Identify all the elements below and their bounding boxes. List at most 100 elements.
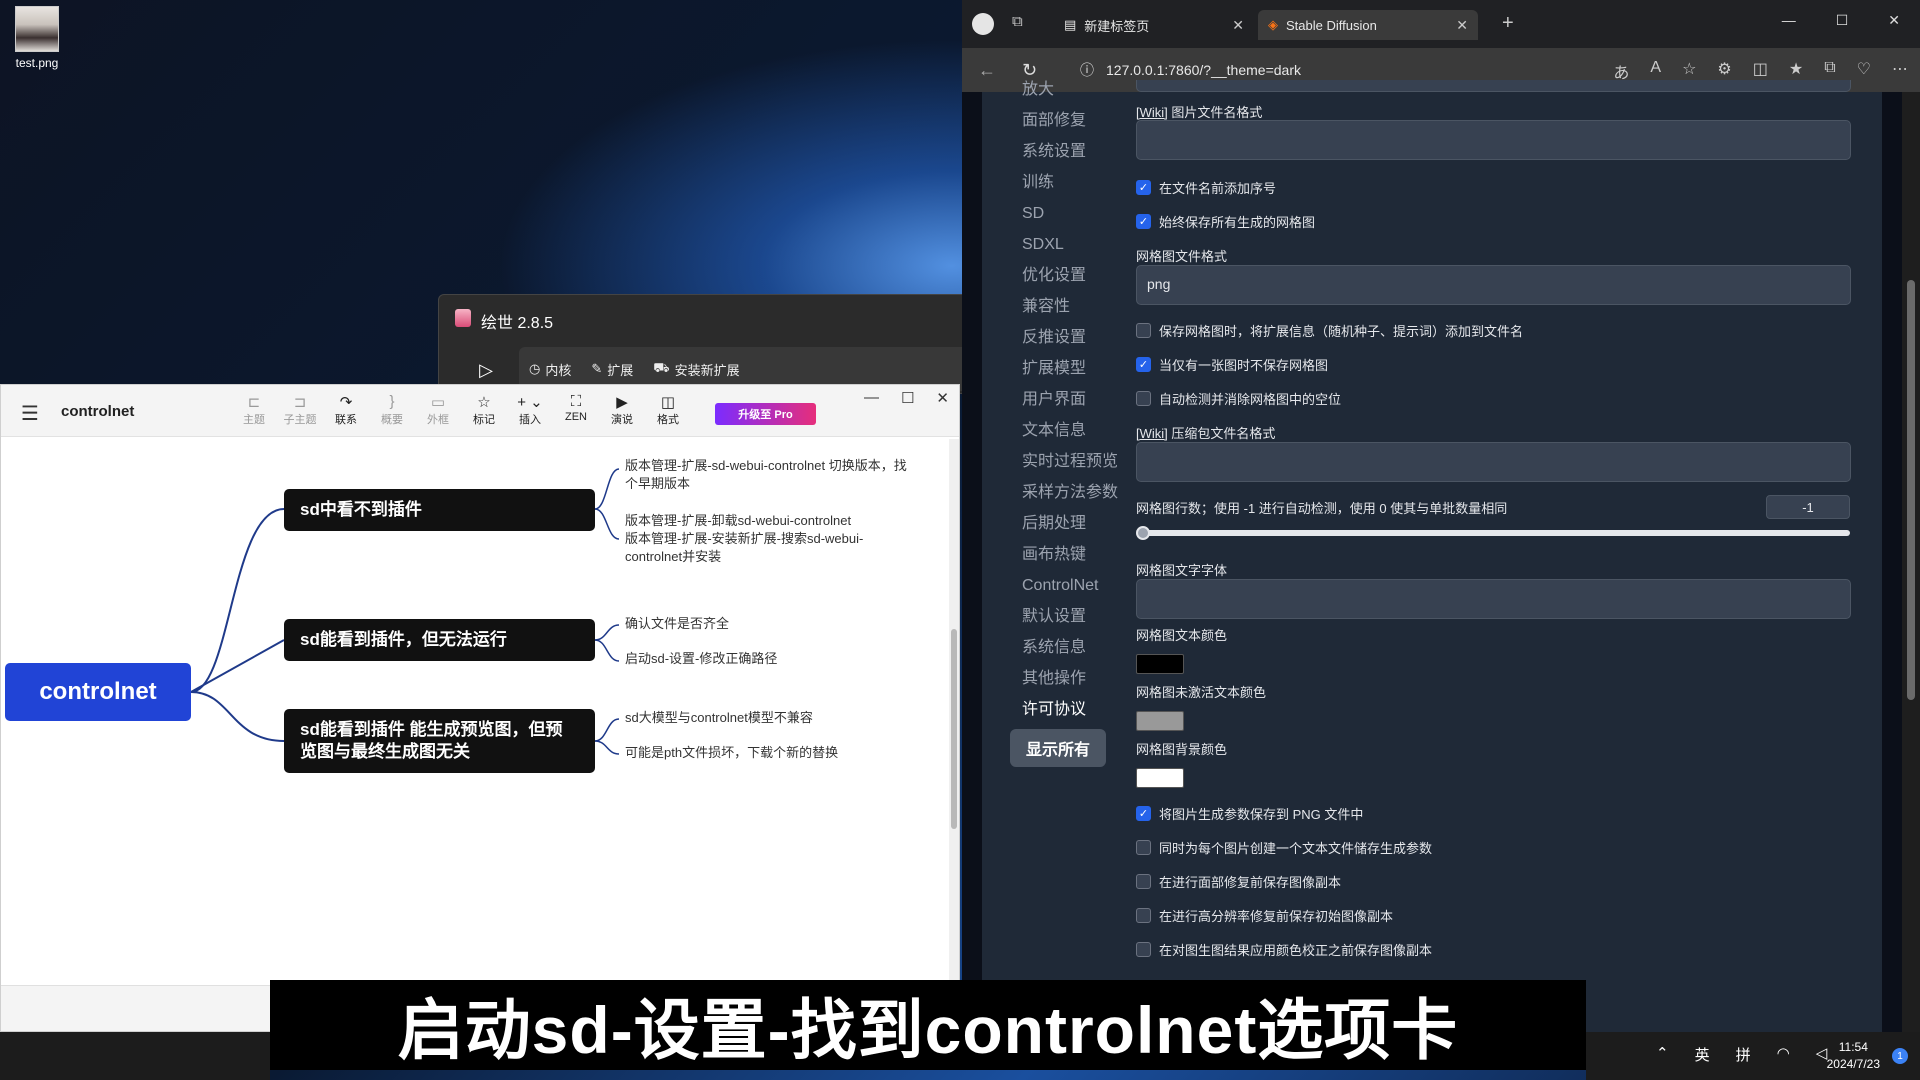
- profile-avatar-icon[interactable]: [972, 13, 994, 35]
- hamburger-menu-icon[interactable]: ☰: [21, 401, 39, 426]
- desktop-file-icon[interactable]: test.png: [8, 6, 66, 70]
- leaf-topic[interactable]: 启动sd-设置-修改正确路径: [625, 650, 777, 668]
- sidebar-item[interactable]: 放大: [1010, 74, 1150, 105]
- sidebar-item[interactable]: 实时过程预览: [1010, 446, 1150, 477]
- checkbox-unchecked[interactable]: [1136, 840, 1151, 855]
- tab-install-extension[interactable]: ⛟ 安装新扩展: [653, 360, 739, 379]
- text-color-swatch[interactable]: [1136, 654, 1184, 674]
- checkbox-row[interactable]: 在进行面部修复前保存图像副本: [1136, 872, 1341, 891]
- checkbox-unchecked[interactable]: [1136, 391, 1151, 406]
- sidebar-item[interactable]: 训练: [1010, 167, 1150, 198]
- minimize-icon[interactable]: —: [864, 389, 879, 407]
- checkbox-row[interactable]: 在进行高分辨率修复前保存初始图像副本: [1136, 906, 1393, 925]
- volume-icon[interactable]: ◁: [1816, 1044, 1828, 1065]
- maximize-icon[interactable]: ☐: [901, 389, 914, 407]
- checkbox-row[interactable]: ✓ 将图片生成参数保存到 PNG 文件中: [1136, 804, 1363, 823]
- tool-subtopic[interactable]: ⊐ 子主题: [277, 393, 323, 427]
- sidebar-item[interactable]: SD: [1010, 198, 1150, 229]
- leaf-topic[interactable]: sd大模型与controlnet模型不兼容: [625, 709, 813, 727]
- grid-rows-slider[interactable]: [1142, 530, 1850, 536]
- inactive-color-swatch[interactable]: [1136, 711, 1184, 731]
- close-icon[interactable]: ✕: [936, 389, 949, 407]
- show-all-button[interactable]: 显示所有: [1010, 729, 1106, 767]
- tool-relationship[interactable]: ↷ 联系: [323, 393, 369, 427]
- scroll-thumb[interactable]: [1907, 280, 1915, 700]
- sidebar-item[interactable]: SDXL: [1010, 229, 1150, 260]
- branch-topic[interactable]: sd中看不到插件: [284, 489, 595, 531]
- bg-color-swatch[interactable]: [1136, 768, 1184, 788]
- tool-boundary[interactable]: ▭ 外框: [415, 393, 461, 427]
- leaf-topic[interactable]: 可能是pth文件损坏，下载个新的替换: [625, 744, 838, 762]
- new-tab-icon[interactable]: +: [1502, 12, 1514, 35]
- checkbox-checked[interactable]: ✓: [1136, 357, 1151, 372]
- tab-actions-icon[interactable]: ⧉: [1012, 13, 1023, 30]
- tab-new-tab[interactable]: ▤ 新建标签页 ✕: [1054, 10, 1254, 40]
- checkbox-row[interactable]: ✓ 在文件名前添加序号: [1136, 178, 1276, 197]
- mindmap-canvas[interactable]: controlnet sd中看不到插件 sd能看到插件，但无法运行 sd能看到插…: [1, 439, 951, 987]
- tool-format[interactable]: ◫ 格式: [645, 393, 691, 427]
- checkbox-checked[interactable]: ✓: [1136, 214, 1151, 229]
- tool-insert[interactable]: + ⌄ 插入: [507, 393, 553, 427]
- close-tab-icon[interactable]: ✕: [1456, 17, 1468, 34]
- upgrade-pro-button[interactable]: 升级至 Pro: [715, 403, 816, 425]
- checkbox-row[interactable]: 自动检测并消除网格图中的空位: [1136, 389, 1341, 408]
- image-filename-input[interactable]: [1136, 120, 1851, 160]
- page-scrollbar[interactable]: [1902, 92, 1920, 1032]
- checkbox-unchecked[interactable]: [1136, 942, 1151, 957]
- checkbox-row[interactable]: ✓ 当仅有一张图时不保存网格图: [1136, 355, 1328, 374]
- tool-zen[interactable]: ⛶ ZEN: [553, 393, 599, 427]
- sidebar-item[interactable]: 其他操作: [1010, 663, 1150, 694]
- vertical-scrollbar[interactable]: [949, 439, 959, 987]
- more-menu-icon[interactable]: ⋯: [1892, 59, 1908, 83]
- sidebar-item[interactable]: 文本信息: [1010, 415, 1150, 446]
- branch-topic[interactable]: sd能看到插件，但无法运行: [284, 619, 595, 661]
- tab-stable-diffusion[interactable]: ◈ Stable Diffusion ✕: [1258, 10, 1478, 40]
- maximize-icon[interactable]: ☐: [1836, 12, 1849, 29]
- sidebar-item[interactable]: 优化设置: [1010, 260, 1150, 291]
- checkbox-unchecked[interactable]: [1136, 908, 1151, 923]
- checkbox-checked[interactable]: ✓: [1136, 180, 1151, 195]
- performance-icon[interactable]: ♡: [1857, 59, 1871, 83]
- clock[interactable]: 11:54 2024/7/23: [1827, 1039, 1880, 1073]
- back-icon[interactable]: ←: [978, 60, 996, 81]
- close-tab-icon[interactable]: ✕: [1232, 17, 1244, 34]
- tool-pitch[interactable]: ▶ 演说: [599, 393, 645, 427]
- tool-topic[interactable]: ⊏ 主题: [231, 393, 277, 427]
- ime-language[interactable]: 英: [1695, 1044, 1710, 1065]
- tab-extensions[interactable]: ✎ 扩展: [591, 360, 633, 379]
- sidebar-item[interactable]: 反推设置: [1010, 322, 1150, 353]
- tool-marker[interactable]: ☆ 标记: [461, 393, 507, 427]
- sidebar-item-controlnet[interactable]: ControlNet: [1010, 570, 1150, 601]
- ime-mode[interactable]: 拼: [1736, 1044, 1751, 1065]
- checkbox-unchecked[interactable]: [1136, 323, 1151, 338]
- branch-topic[interactable]: sd能看到插件 能生成预览图，但预览图与最终生成图无关: [284, 709, 595, 773]
- leaf-topic[interactable]: 版本管理-扩展-卸载sd-webui-controlnet 版本管理-扩展-安装…: [625, 512, 895, 566]
- sidebar-item[interactable]: 面部修复: [1010, 105, 1150, 136]
- sidebar-item[interactable]: 兼容性: [1010, 291, 1150, 322]
- sidebar-item[interactable]: 系统设置: [1010, 136, 1150, 167]
- sidebar-item[interactable]: 许可协议: [1010, 694, 1150, 725]
- checkbox-unchecked[interactable]: [1136, 874, 1151, 889]
- wiki-link[interactable]: [Wiki]: [1136, 426, 1168, 441]
- sidebar-item[interactable]: 采样方法参数: [1010, 477, 1150, 508]
- grid-font-input[interactable]: [1136, 579, 1851, 619]
- play-icon[interactable]: ▷: [469, 353, 503, 387]
- notification-badge[interactable]: 1: [1892, 1048, 1908, 1064]
- sidebar-item[interactable]: 后期处理: [1010, 508, 1150, 539]
- grid-rows-number-input[interactable]: -1: [1766, 495, 1850, 519]
- sidebar-item[interactable]: 用户界面: [1010, 384, 1150, 415]
- sidebar-item[interactable]: 默认设置: [1010, 601, 1150, 632]
- checkbox-row[interactable]: 在对图生图结果应用颜色校正之前保存图像副本: [1136, 940, 1432, 959]
- minimize-icon[interactable]: —: [1782, 12, 1796, 29]
- close-icon[interactable]: ✕: [1888, 12, 1900, 29]
- slider-handle[interactable]: [1136, 526, 1150, 540]
- checkbox-row[interactable]: 保存网格图时，将扩展信息（随机种子、提示词）添加到文件名: [1136, 321, 1523, 340]
- checkbox-row[interactable]: 同时为每个图片创建一个文本文件储存生成参数: [1136, 838, 1432, 857]
- leaf-topic[interactable]: 版本管理-扩展-sd-webui-controlnet 切换版本，找个早期版本: [625, 457, 915, 493]
- sidebar-item[interactable]: 扩展模型: [1010, 353, 1150, 384]
- sidebar-item[interactable]: 画布热键: [1010, 539, 1150, 570]
- grid-format-input[interactable]: png: [1136, 265, 1851, 305]
- sidebar-item[interactable]: 系统信息: [1010, 632, 1150, 663]
- tab-kernel[interactable]: ◷ 内核: [529, 360, 571, 379]
- leaf-topic[interactable]: 确认文件是否齐全: [625, 615, 729, 633]
